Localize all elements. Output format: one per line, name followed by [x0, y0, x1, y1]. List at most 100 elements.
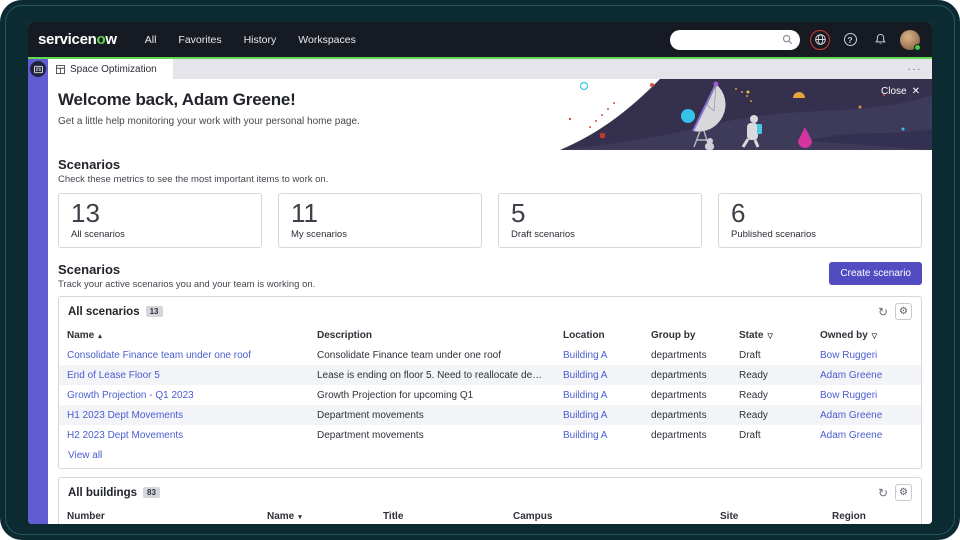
tab-space-optimization[interactable]: Space Optimization [48, 59, 173, 79]
scenarios-subtitle: Track your active scenarios you and your… [58, 279, 315, 290]
filter-icon: ▽ [872, 333, 877, 340]
app-window: servicenow All Favorites History Workspa… [28, 22, 932, 524]
create-scenario-button[interactable]: Create scenario [829, 262, 922, 285]
notifications-button[interactable] [870, 30, 890, 50]
logo-text-end: w [105, 31, 116, 48]
refresh-icon[interactable]: ↻ [878, 487, 888, 499]
metric-value: 11 [291, 199, 469, 229]
nav-item-all[interactable]: All [145, 34, 157, 46]
all-scenarios-table: Name▴DescriptionLocationGroup byState▽Ow… [59, 325, 921, 445]
workspace-app-button[interactable] [30, 61, 46, 77]
cell-link[interactable]: Adam Greene [820, 370, 882, 381]
nav-item-favorites[interactable]: Favorites [178, 34, 221, 46]
presence-dot [914, 44, 921, 51]
metric-card-all-scenarios[interactable]: 13 All scenarios [58, 193, 262, 248]
top-nav: servicenow All Favorites History Workspa… [28, 22, 932, 57]
device-frame: servicenow All Favorites History Workspa… [0, 0, 960, 540]
column-header[interactable]: Campus [505, 506, 712, 524]
column-header[interactable]: Site [712, 506, 824, 524]
all-buildings-card: All buildings 83 ↻ ⚙ NumberName▾TitleCam… [58, 477, 922, 524]
metric-card-draft-scenarios[interactable]: 5 Draft scenarios [498, 193, 702, 248]
cell-text: Ready [731, 365, 812, 385]
table-header-row: Name▴DescriptionLocationGroup byState▽Ow… [59, 325, 921, 345]
cell-text: departments [643, 345, 731, 365]
column-header[interactable]: Owned by▽ [812, 325, 921, 345]
metric-card-my-scenarios[interactable]: 11 My scenarios [278, 193, 482, 248]
cell-link[interactable]: Building A [563, 430, 607, 441]
app-grid-icon [34, 65, 43, 74]
refresh-icon[interactable]: ↻ [878, 306, 888, 318]
cell-link[interactable]: Consolidate Finance team under one roof [67, 350, 251, 361]
banner-close-button[interactable]: Close ✕ [881, 86, 920, 97]
metrics-heading: Scenarios [58, 157, 922, 172]
cell-link[interactable]: Growth Projection - Q1 2023 [67, 390, 194, 401]
welcome-banner: Welcome back, Adam Greene! Get a little … [48, 79, 932, 150]
cell-link[interactable]: Bow Ruggeri [820, 350, 877, 361]
metric-label: My scenarios [291, 229, 469, 240]
nav-item-history[interactable]: History [244, 34, 277, 46]
avatar[interactable] [900, 30, 920, 50]
cell-text: Department movements [309, 405, 555, 425]
all-scenarios-title: All scenarios [68, 306, 140, 318]
bell-icon [874, 33, 887, 46]
cell-link[interactable]: Bow Ruggeri [820, 390, 877, 401]
column-header[interactable]: State▽ [731, 325, 812, 345]
cell-text: Growth Projection for upcoming Q1 [309, 385, 555, 405]
help-icon: ? [844, 33, 857, 46]
metric-card-published-scenarios[interactable]: 6 Published scenarios [718, 193, 922, 248]
cell-link[interactable]: Adam Greene [820, 410, 882, 421]
cell-text: Ready [731, 385, 812, 405]
column-header[interactable]: Group by [643, 325, 731, 345]
column-header[interactable]: Title [375, 506, 505, 524]
column-header[interactable]: Location [555, 325, 643, 345]
cell-link[interactable]: Adam Greene [820, 430, 882, 441]
nav-item-workspaces[interactable]: Workspaces [298, 34, 356, 46]
cell-text: Draft [731, 345, 812, 365]
column-header[interactable]: Region [824, 506, 921, 524]
metric-value: 5 [511, 199, 689, 229]
metric-value: 6 [731, 199, 909, 229]
table-header-row: NumberName▾TitleCampusSiteRegion [59, 506, 921, 524]
card-tools: ↻ ⚙ [878, 484, 912, 501]
column-header[interactable]: Name▴ [59, 325, 309, 345]
servicenow-logo[interactable]: servicenow [38, 31, 117, 48]
table-row: Consolidate Finance team under one roof C… [59, 345, 921, 365]
workspace-rail [28, 59, 48, 524]
card-tools: ↻ ⚙ [878, 303, 912, 320]
cell-link[interactable]: End of Lease Floor 5 [67, 370, 160, 381]
cell-link[interactable]: H2 2023 Dept Movements [67, 430, 183, 441]
column-header[interactable]: Number [59, 506, 259, 524]
all-buildings-title: All buildings [68, 487, 137, 499]
cell-link[interactable]: Building A [563, 350, 607, 361]
cell-text: Consolidate Finance team under one roof [309, 345, 555, 365]
gear-icon[interactable]: ⚙ [895, 303, 912, 320]
metric-label: Draft scenarios [511, 229, 689, 240]
search-input[interactable] [670, 30, 800, 50]
cell-text: departments [643, 425, 731, 445]
help-button[interactable]: ? [840, 30, 860, 50]
logo-text: servicen [38, 31, 96, 48]
column-header[interactable]: Name▾ [259, 506, 375, 524]
table-row: Growth Projection - Q1 2023 Growth Projec… [59, 385, 921, 405]
table-row: H1 2023 Dept Movements Department movemen… [59, 405, 921, 425]
gear-icon[interactable]: ⚙ [895, 484, 912, 501]
impersonation-indicator[interactable] [810, 30, 830, 50]
all-buildings-table: NumberName▾TitleCampusSiteRegion BLDG000… [59, 506, 921, 524]
view-all-link[interactable]: View all [59, 445, 111, 468]
metrics-section-header: Scenarios Check these metrics to see the… [48, 150, 932, 188]
metrics-subtitle: Check these metrics to see the most impo… [58, 174, 922, 185]
all-scenarios-count-badge: 13 [146, 306, 163, 317]
tab-overflow-button[interactable]: ··· [898, 64, 933, 75]
all-buildings-count-badge: 83 [143, 487, 160, 498]
cell-link[interactable]: Building A [563, 370, 607, 381]
column-header[interactable]: Description [309, 325, 555, 345]
cell-text: Department movements [309, 425, 555, 445]
cell-text: departments [643, 405, 731, 425]
scenarios-heading: Scenarios [58, 262, 315, 277]
cell-text: departments [643, 385, 731, 405]
cell-link[interactable]: Building A [563, 390, 607, 401]
cell-link[interactable]: H1 2023 Dept Movements [67, 410, 183, 421]
cell-link[interactable]: Building A [563, 410, 607, 421]
cell-text: Lease is ending on floor 5. Need to real… [309, 365, 555, 385]
welcome-text: Welcome back, Adam Greene! Get a little … [58, 90, 360, 127]
